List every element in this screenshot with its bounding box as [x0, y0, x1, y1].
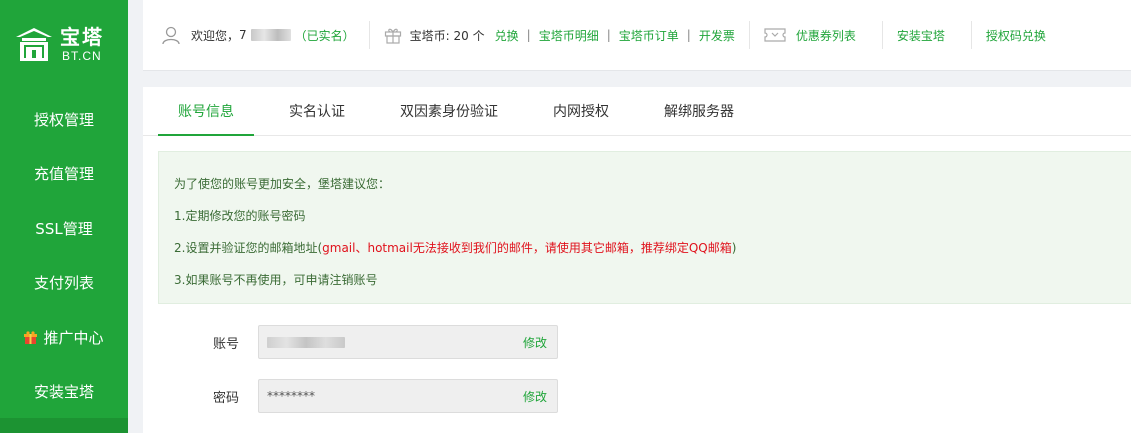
- coin-detail-link[interactable]: 宝塔币明细: [539, 27, 599, 44]
- verified-badge[interactable]: （已实名）: [295, 27, 355, 44]
- masked-username: [250, 29, 291, 41]
- tab-intranet-auth[interactable]: 内网授权: [533, 86, 629, 135]
- tab-real-name[interactable]: 实名认证: [269, 86, 365, 135]
- pipe-separator: |: [686, 28, 691, 42]
- welcome-text: 欢迎您，: [191, 28, 240, 43]
- brand-title: 宝塔: [60, 25, 104, 49]
- install-link[interactable]: 安装宝塔: [897, 27, 945, 44]
- notice-intro: 为了使您的账号更加安全，堡塔建议您：: [174, 177, 391, 191]
- notice-line-2-end: ): [731, 241, 737, 255]
- top-bar: 欢迎您， 7 （已实名） 宝塔币: 20 个 兑换 | 宝塔币明细 | 宝塔币订…: [143, 0, 1131, 71]
- account-label: 账号: [212, 336, 239, 352]
- account-field: 修改: [258, 325, 558, 359]
- pipe-separator: |: [526, 28, 531, 42]
- user-icon: [162, 26, 180, 45]
- password-field: ******** 修改: [258, 379, 558, 413]
- exchange-link[interactable]: 兑换: [495, 27, 519, 44]
- password-row: 密码 ******** 修改: [143, 379, 1131, 413]
- notice-line-1: 1.定期修改您的账号密码: [174, 209, 306, 223]
- sidebar: 宝塔 BT.CN 授权管理 充值管理 SSL管理 支付列表 推广中心 安装宝塔: [0, 0, 128, 433]
- sidebar-item-ssl[interactable]: SSL管理: [0, 201, 128, 256]
- password-label: 密码: [212, 390, 239, 406]
- coin-orders-link[interactable]: 宝塔币订单: [619, 27, 679, 44]
- sidebar-next-item-strip: [0, 418, 128, 433]
- sidebar-item-install[interactable]: 安装宝塔: [0, 365, 128, 420]
- edit-password-button[interactable]: 修改: [523, 388, 547, 405]
- tab-account-info[interactable]: 账号信息: [158, 86, 254, 136]
- divider: [748, 21, 750, 49]
- coin-section: 宝塔币: 20 个 兑换 | 宝塔币明细 | 宝塔币订单 | 开发票: [384, 26, 735, 44]
- security-notice: 为了使您的账号更加安全，堡塔建议您： 1.定期修改您的账号密码 2.设置并验证您…: [158, 151, 1131, 304]
- sidebar-item-promotion[interactable]: 推广中心: [0, 310, 128, 365]
- sidebar-item-label: SSL管理: [35, 219, 93, 238]
- pagoda-logo-icon: [16, 28, 52, 61]
- divider: [368, 21, 370, 49]
- sidebar-item-label: 充值管理: [33, 165, 94, 184]
- brand-logo[interactable]: 宝塔 BT.CN: [0, 0, 128, 90]
- divider: [881, 21, 883, 49]
- password-value: ********: [267, 389, 315, 403]
- notice-line-3: 3.如果账号不再使用，可申请注销账号: [174, 273, 378, 287]
- invoice-link[interactable]: 开发票: [699, 27, 735, 44]
- tab-unbind-server[interactable]: 解绑服务器: [644, 86, 754, 135]
- sidebar-item-label: 推广中心: [43, 328, 104, 347]
- brand-subtitle: BT.CN: [62, 49, 102, 63]
- coupons-link[interactable]: 优惠券列表: [796, 27, 856, 44]
- tab-two-factor[interactable]: 双因素身份验证: [380, 86, 518, 135]
- notice-line-2: 2.设置并验证您的邮箱地址(gmail、hotmail无法接收到我们的邮件，请使…: [174, 240, 1131, 256]
- sidebar-nav: 授权管理 充值管理 SSL管理 支付列表 推广中心 安装宝塔: [0, 92, 128, 419]
- sidebar-item-recharge[interactable]: 充值管理: [0, 147, 128, 202]
- coupon-icon: [764, 28, 786, 42]
- user-greeting: 欢迎您， 7 （已实名）: [161, 25, 355, 45]
- notice-email-warning: gmail、hotmail无法接收到我们的邮件，请使用其它邮箱，推荐绑定QQ邮箱: [322, 241, 732, 255]
- gift-outline-icon: [384, 28, 401, 44]
- coupon-section[interactable]: 优惠券列表: [764, 27, 856, 44]
- sidebar-item-label: 支付列表: [33, 274, 94, 293]
- sidebar-item-label: 授权管理: [33, 110, 94, 129]
- account-row: 账号 修改: [143, 325, 1131, 359]
- tab-bar: 账号信息 实名认证 双因素身份验证 内网授权 解绑服务器: [143, 87, 1131, 136]
- edit-account-button[interactable]: 修改: [523, 334, 547, 351]
- divider: [970, 21, 972, 49]
- username-initial: 7: [239, 28, 247, 42]
- coin-balance: 宝塔币: 20 个: [409, 28, 485, 43]
- account-panel: 账号信息 实名认证 双因素身份验证 内网授权 解绑服务器 为了使您的账号更加安全…: [143, 87, 1131, 433]
- gift-icon: [24, 331, 38, 344]
- pipe-separator: |: [606, 28, 611, 42]
- sidebar-item-auth[interactable]: 授权管理: [0, 92, 128, 147]
- sidebar-item-payments[interactable]: 支付列表: [0, 256, 128, 311]
- notice-line-2-start: 2.设置并验证您的邮箱地址(: [174, 241, 323, 255]
- sidebar-item-label: 安装宝塔: [33, 383, 94, 402]
- auth-code-link[interactable]: 授权码兑换: [986, 27, 1046, 44]
- masked-account-value: [267, 336, 345, 348]
